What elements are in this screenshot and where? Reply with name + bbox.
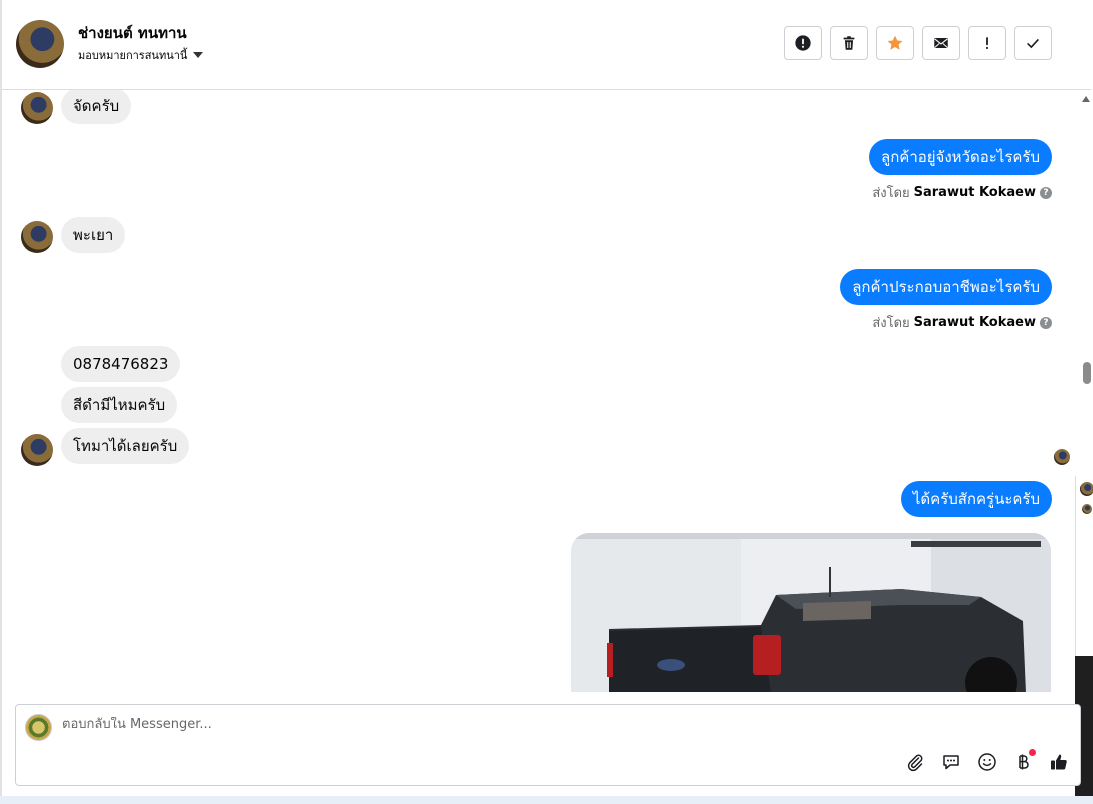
like-button[interactable] xyxy=(1048,751,1070,773)
contact-avatar-small xyxy=(21,221,53,253)
contact-avatar-small xyxy=(21,434,53,466)
thumbs-up-icon xyxy=(1051,754,1067,770)
side-panel-peek xyxy=(1075,476,1093,656)
side-avatar-small xyxy=(1082,504,1092,514)
star-icon xyxy=(887,35,903,50)
message-bubble-incoming[interactable]: จัดครับ xyxy=(61,90,132,124)
sent-by-line: ส่งโดย Sarawut Kokaew ? xyxy=(872,312,1052,333)
seen-receipt-avatar xyxy=(1054,449,1070,465)
reply-input[interactable] xyxy=(62,717,662,732)
message-bubble-outgoing[interactable]: ได้ครับสักครู่นะครับ xyxy=(900,481,1052,517)
follow-up-button[interactable] xyxy=(968,26,1006,60)
mark-spam-button[interactable] xyxy=(784,26,822,60)
sender-name: Sarawut Kokaew xyxy=(913,315,1036,330)
payment-button[interactable] xyxy=(1012,749,1036,773)
composer-actions xyxy=(904,749,1070,773)
contact-avatar[interactable] xyxy=(16,20,64,68)
trash-icon xyxy=(843,36,855,50)
message-thread[interactable]: จัดครับ ลูกค้าอยู่จังหวัดอะไรครับ ส่งโดย… xyxy=(2,90,1080,692)
conversation-toolbar xyxy=(784,26,1052,60)
help-icon[interactable]: ? xyxy=(1040,186,1052,199)
page-logo-avatar xyxy=(25,714,52,741)
exclamation-icon xyxy=(985,37,989,50)
window-bottom-strip xyxy=(0,796,1093,804)
message-bubble-outgoing[interactable]: ลูกค้าประกอบอาชีพอะไรครับ xyxy=(840,269,1052,305)
attach-button[interactable] xyxy=(904,751,926,773)
chat-bubble-icon xyxy=(943,755,959,770)
message-bubble-incoming[interactable]: 0878476823 xyxy=(61,346,181,382)
conversation-header: ช่างยนต์ ทนทาน มอบหมายการสนทนานี้ xyxy=(2,0,1091,90)
saved-replies-button[interactable] xyxy=(940,751,962,773)
caret-down-icon xyxy=(193,52,204,58)
alert-circle-icon xyxy=(795,35,811,51)
side-avatar xyxy=(1080,482,1093,496)
mark-unread-button[interactable] xyxy=(922,26,960,60)
notification-dot xyxy=(1029,749,1036,756)
reply-composer xyxy=(15,704,1081,786)
smiley-icon xyxy=(978,753,996,771)
paperclip-icon xyxy=(907,754,923,772)
conversation-panel: ช่างยนต์ ทนทาน มอบหมายการสนทนานี้ จัดครั… xyxy=(0,0,1093,804)
envelope-icon xyxy=(934,38,948,48)
message-bubble-incoming[interactable]: สีดำมีไหมครับ xyxy=(61,387,178,423)
pickup-truck-photo xyxy=(571,533,1051,692)
sent-by-line: ส่งโดย Sarawut Kokaew ? xyxy=(872,182,1052,203)
star-button[interactable] xyxy=(876,26,914,60)
emoji-button[interactable] xyxy=(976,751,998,773)
contact-avatar-small xyxy=(21,92,53,124)
message-bubble-incoming[interactable]: โทมาได้เลยครับ xyxy=(61,428,190,464)
assign-conversation-dropdown[interactable]: มอบหมายการสนทนานี้ xyxy=(78,46,204,64)
scroll-up-arrow-icon[interactable] xyxy=(1082,96,1090,102)
sender-name: Sarawut Kokaew xyxy=(913,185,1036,200)
image-attachment[interactable] xyxy=(571,533,1051,692)
message-bubble-incoming[interactable]: พะเยา xyxy=(61,217,126,253)
assign-label: มอบหมายการสนทนานี้ xyxy=(78,49,188,62)
check-icon xyxy=(1027,38,1039,49)
scrollbar-thumb[interactable] xyxy=(1083,362,1091,384)
message-bubble-outgoing[interactable]: ลูกค้าอยู่จังหวัดอะไรครับ xyxy=(869,139,1052,175)
sent-by-label: ส่งโดย xyxy=(872,186,910,201)
contact-name[interactable]: ช่างยนต์ ทนทาน xyxy=(78,21,187,45)
help-icon[interactable]: ? xyxy=(1040,316,1052,329)
sent-by-label: ส่งโดย xyxy=(872,316,910,331)
delete-button[interactable] xyxy=(830,26,868,60)
mark-done-button[interactable] xyxy=(1014,26,1052,60)
